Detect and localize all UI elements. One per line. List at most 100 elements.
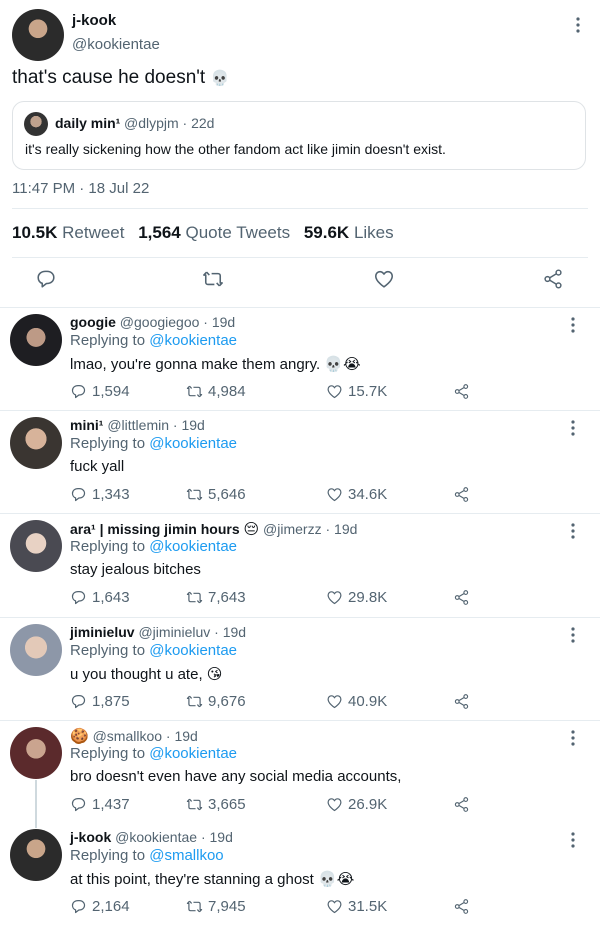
retweet-count: 10.5K	[12, 223, 58, 242]
thread-connector	[35, 780, 37, 828]
reply-button[interactable]: 1,875	[70, 691, 130, 711]
replying-to: Replying to @kookientae	[70, 745, 237, 762]
mention-link[interactable]: @kookientae	[149, 745, 237, 762]
reply-author-handle[interactable]: @smallkoo	[93, 728, 162, 744]
quote-label: Quote Tweets	[185, 223, 291, 242]
more-options-icon[interactable]	[570, 16, 586, 34]
share-button[interactable]	[453, 691, 470, 711]
reply-author-handle[interactable]: @jiminieluv	[138, 624, 210, 640]
reply-author-name[interactable]: ara¹ | missing jimin hours	[70, 521, 240, 537]
reply-tweet[interactable]: j-kook @kookientae · 19d Replying to @sm…	[0, 823, 600, 927]
avatar[interactable]	[12, 9, 64, 61]
like-icon[interactable]	[373, 268, 395, 290]
like-button[interactable]: 31.5K	[326, 896, 387, 916]
mention-link[interactable]: @kookientae	[149, 538, 237, 555]
more-options-icon[interactable]	[566, 729, 580, 747]
share-icon	[454, 589, 469, 605]
like-count: 29.8K	[348, 588, 388, 606]
quote-stat[interactable]: 1,564 Quote Tweets	[138, 223, 290, 242]
share-button[interactable]	[453, 587, 470, 607]
emoji: 😘	[206, 665, 223, 683]
avatar[interactable]	[10, 829, 62, 881]
retweet-button[interactable]: 9,676	[186, 691, 246, 711]
retweet-stat[interactable]: 10.5K Retweet	[12, 223, 124, 242]
retweet-button[interactable]: 5,646	[186, 484, 246, 504]
likes-label: Likes	[353, 223, 394, 242]
reply-time[interactable]: 19d	[212, 314, 235, 330]
retweet-button[interactable]: 7,945	[186, 896, 246, 916]
reply-tweet[interactable]: 🍪 @smallkoo · 19d Replying to @kookienta…	[0, 720, 600, 824]
retweet-icon	[186, 695, 203, 707]
reply-author-name[interactable]: j-kook	[70, 829, 111, 845]
share-icon[interactable]	[542, 268, 564, 290]
replying-to: Replying to @kookientae	[70, 642, 237, 659]
quoted-tweet[interactable]: daily min¹ @dlypjm · 22d it's really sic…	[12, 101, 586, 170]
tweet-action-bar	[0, 268, 600, 296]
more-options-icon[interactable]	[566, 316, 580, 334]
retweet-button[interactable]: 7,643	[186, 587, 246, 607]
share-icon	[454, 693, 469, 709]
like-icon	[327, 487, 342, 501]
replying-label: Replying to	[70, 642, 146, 659]
avatar[interactable]	[10, 417, 62, 469]
retweet-button[interactable]: 4,984	[186, 381, 246, 401]
reply-button[interactable]: 1,594	[70, 381, 130, 401]
reply-time[interactable]: 19d	[181, 417, 204, 433]
reply-tweet[interactable]: mini¹ @littlemin · 19d Replying to @kook…	[0, 410, 600, 514]
likes-stat[interactable]: 59.6K Likes	[304, 223, 394, 242]
reply-time[interactable]: 19d	[210, 829, 233, 845]
share-icon	[454, 486, 469, 502]
like-button[interactable]: 26.9K	[326, 794, 387, 814]
avatar[interactable]	[10, 314, 62, 366]
mention-link[interactable]: @smallkoo	[149, 847, 223, 864]
reply-author-handle[interactable]: @googiegoo	[120, 314, 200, 330]
reply-author-handle[interactable]: @littlemin	[107, 417, 169, 433]
like-button[interactable]: 15.7K	[326, 381, 387, 401]
reply-header: ara¹ | missing jimin hours 😔 @jimerzz · …	[70, 520, 358, 538]
more-options-icon[interactable]	[566, 626, 580, 644]
avatar[interactable]	[10, 727, 62, 779]
reply-author-handle[interactable]: @kookientae	[115, 829, 197, 845]
share-button[interactable]	[453, 896, 470, 916]
reply-button[interactable]: 1,643	[70, 587, 130, 607]
mention-link[interactable]: @kookientae	[149, 642, 237, 659]
mention-link[interactable]: @kookientae	[149, 435, 237, 452]
share-button[interactable]	[453, 794, 470, 814]
more-options-icon[interactable]	[566, 831, 580, 849]
reply-button[interactable]: 2,164	[70, 896, 130, 916]
more-options-icon[interactable]	[566, 522, 580, 540]
share-button[interactable]	[453, 484, 470, 504]
reply-time[interactable]: 19d	[223, 624, 246, 640]
reply-button[interactable]: 1,343	[70, 484, 130, 504]
reply-time[interactable]: 19d	[334, 521, 357, 537]
avatar[interactable]	[10, 520, 62, 572]
reply-text: lmao, you're gonna make them angry. 💀😭	[70, 355, 361, 373]
reply-tweet[interactable]: jiminieluv @jiminieluv · 19d Replying to…	[0, 617, 600, 721]
retweet-button[interactable]: 3,665	[186, 794, 246, 814]
reply-button[interactable]: 1,437	[70, 794, 130, 814]
author-name[interactable]: j-kook	[72, 12, 116, 29]
like-button[interactable]: 40.9K	[326, 691, 387, 711]
like-button[interactable]: 34.6K	[326, 484, 387, 504]
retweet-icon[interactable]	[202, 268, 224, 290]
reply-icon[interactable]	[35, 268, 57, 290]
share-button[interactable]	[453, 381, 470, 401]
reply-author-name[interactable]: googie	[70, 314, 116, 330]
reply-tweet[interactable]: ara¹ | missing jimin hours 😔 @jimerzz · …	[0, 513, 600, 617]
more-options-icon[interactable]	[566, 419, 580, 437]
reply-author-handle[interactable]: @jimerzz	[263, 521, 322, 537]
author-handle[interactable]: @kookientae	[72, 36, 160, 53]
reply-author-name[interactable]: mini¹	[70, 417, 103, 433]
tweet-timestamp[interactable]: 11:47 PM · 18 Jul 22	[12, 180, 149, 197]
skull-emoji: 💀	[210, 69, 230, 87]
reply-time[interactable]: 19d	[174, 728, 197, 744]
retweet-count: 5,646	[208, 485, 246, 503]
reply-author-name[interactable]: jiminieluv	[70, 624, 135, 640]
avatar[interactable]	[10, 624, 62, 676]
retweet-icon	[186, 385, 203, 397]
like-button[interactable]: 29.8K	[326, 587, 387, 607]
reply-actions: 1,643 7,643 29.8K	[70, 587, 490, 607]
mention-link[interactable]: @kookientae	[149, 332, 237, 349]
reply-tweet[interactable]: googie @googiegoo · 19d Replying to @koo…	[0, 307, 600, 411]
retweet-icon	[186, 488, 203, 500]
